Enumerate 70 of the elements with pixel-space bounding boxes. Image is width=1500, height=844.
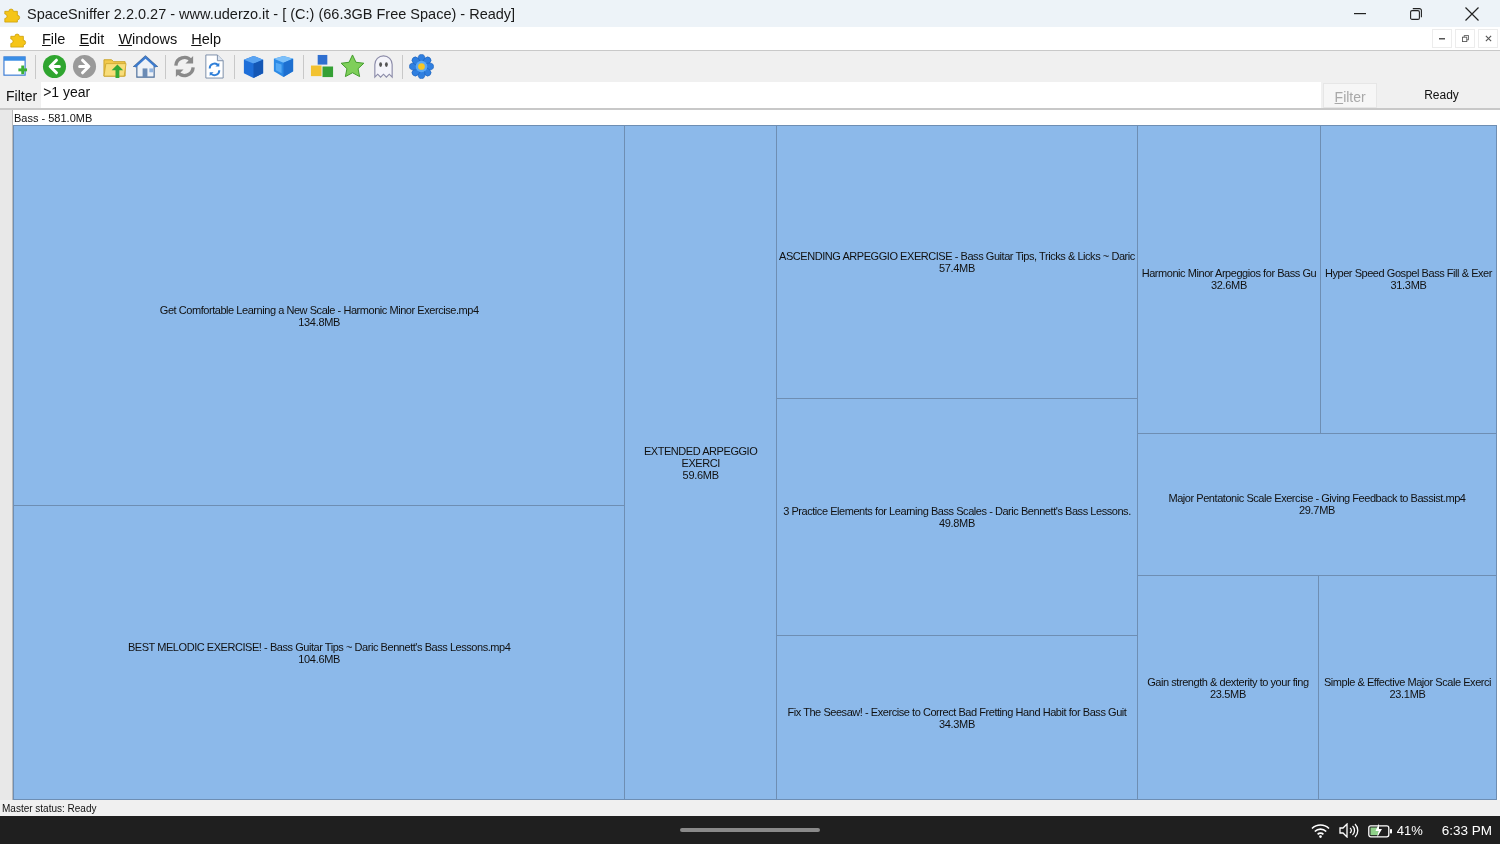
restore-button[interactable] [1455,29,1475,48]
file-name: Simple & Effective Major Scale Exerci [1323,675,1492,688]
file-size: 23.1MB [1389,687,1426,700]
star-button[interactable] [339,53,366,80]
speaker-icon[interactable] [1338,822,1359,838]
file-size: 31.3MB [1390,279,1427,292]
wifi-icon[interactable] [1310,822,1330,838]
file-name: Get Comfortable Learning a New Scale - Harmonic Minor Exercise.mp4 [159,303,479,316]
house-icon [133,54,158,79]
file-name: 3 Practice Elements for Learning Bass Scales - Daric Bennett's Bass Lessons. [783,504,1131,517]
treemap-tile[interactable]: Fix The Seesaw! - Exercise to Correct Bad Fretting Hand Habit for Bass Guit 34.3MB [776,636,1137,799]
menu-item[interactable]: Help [185,30,228,47]
file-name: Major Pentatonic Scale Exercise - Giving Feedback to Bassist.mp4 [1168,492,1466,505]
minimize-icon [1354,12,1366,15]
status-text: Ready [1424,87,1459,104]
file-name: Gain strength & dexterity to your fing [1147,675,1309,688]
restore-icon [1410,7,1422,20]
file-size: 57.4MB [938,261,975,274]
restore-icon [1461,35,1469,42]
file-name: ASCENDING ARPEGGIO EXERCISE - Bass Guitar Tips, Tricks & Licks ~ Daric [779,249,1135,262]
close-icon [1465,6,1479,21]
treemap-tile[interactable]: Harmonic Minor Arpeggios for Bass Gu 32.6MB [1137,126,1320,433]
file-name: BEST MELODIC EXERCISE! - Bass Guitar Tips ~ Daric Bennett's Bass Lessons.mp4 [127,640,511,653]
treemap-tile[interactable]: BEST MELODIC EXERCISE! - Bass Guitar Tips ~ Daric Bennett's Bass Lessons.mp4 104.6MB [14,506,625,799]
battery-charging-icon[interactable] [1367,822,1393,838]
minimize-button[interactable] [1432,29,1452,48]
treemap-tile[interactable]: Simple & Effective Major Scale Exerci 23.1MB [1318,576,1496,799]
document-refresh-icon [202,54,227,79]
file-size: 49.8MB [938,516,975,529]
star-icon [340,54,365,79]
file-size: 29.7MB [1298,504,1336,517]
new-window-icon [3,54,28,79]
flower-button[interactable] [408,53,435,80]
file-name: EXTENDED ARPEGGIO EXERCI [642,444,759,469]
filter-field[interactable]: >1 year [41,82,1322,108]
treemap-tile[interactable]: EXTENDED ARPEGGIO EXERCI 59.6MB [625,126,776,799]
treemap-tile[interactable]: Hyper Speed Gospel Bass Fill & Exer 31.3MB [1320,126,1496,433]
blocks-button[interactable] [308,53,336,80]
treemap-tile[interactable]: ASCENDING ARPEGGIO EXERCISE - Bass Guitar Tips, Tricks & Licks ~ Daric 57.4MB [776,126,1137,398]
battery-percent: 41% [1396,822,1423,838]
file-size: 134.8MB [298,315,341,328]
file-size: 59.6MB [682,468,719,481]
refresh-icon [171,54,197,79]
treemap-tile[interactable]: Gain strength & dexterity to your fing 23.5MB [1137,576,1318,799]
menu-item[interactable]: File [36,30,72,47]
menu-item[interactable]: Windows [112,30,184,47]
minimize-icon [1439,37,1445,40]
back-button[interactable] [40,53,68,80]
close-icon [1484,35,1492,42]
close-button[interactable] [1478,29,1498,48]
file-name: Fix The Seesaw! - Exercise to Correct Bad Fretting Hand Habit for Bass Guit [787,705,1127,718]
treemap-tile[interactable]: Major Pentatonic Scale Exercise - Giving Feedback to Bassist.mp4 29.7MB [1137,433,1496,576]
window-title: SpaceSniffer 2.2.0.27 - www.uderzo.it - [ (C:) (66.3GB Free Space) - Ready] [27,5,516,22]
flower-icon [409,54,434,79]
file-size: 32.6MB [1210,279,1247,292]
file-name: Hyper Speed Gospel Bass Fill & Exer [1324,267,1492,280]
treemap-tile[interactable]: 3 Practice Elements for Learning Bass Scales - Daric Bennett's Bass Lessons. 49.8MB [776,398,1137,636]
file-name: Harmonic Minor Arpeggios for Bass Gu [1141,267,1317,280]
file-size: 34.3MB [938,717,975,730]
file-size: 104.6MB [298,652,341,665]
home-button[interactable] [132,53,159,80]
filter-label: Filter [5,87,39,106]
menu-item[interactable]: Edit [73,30,111,47]
blocks-icon [309,54,335,79]
file-size: 23.5MB [1209,687,1246,700]
folder-header: Bass - 581.0MB [14,112,93,124]
status-bar-text: Master status: Ready [2,803,97,814]
clock-time[interactable]: 6:33 PM [1441,822,1492,838]
treemap-tile[interactable]: Get Comfortable Learning a New Scale - Harmonic Minor Exercise.mp4 134.8MB [14,126,625,505]
cube-icon [271,54,296,79]
